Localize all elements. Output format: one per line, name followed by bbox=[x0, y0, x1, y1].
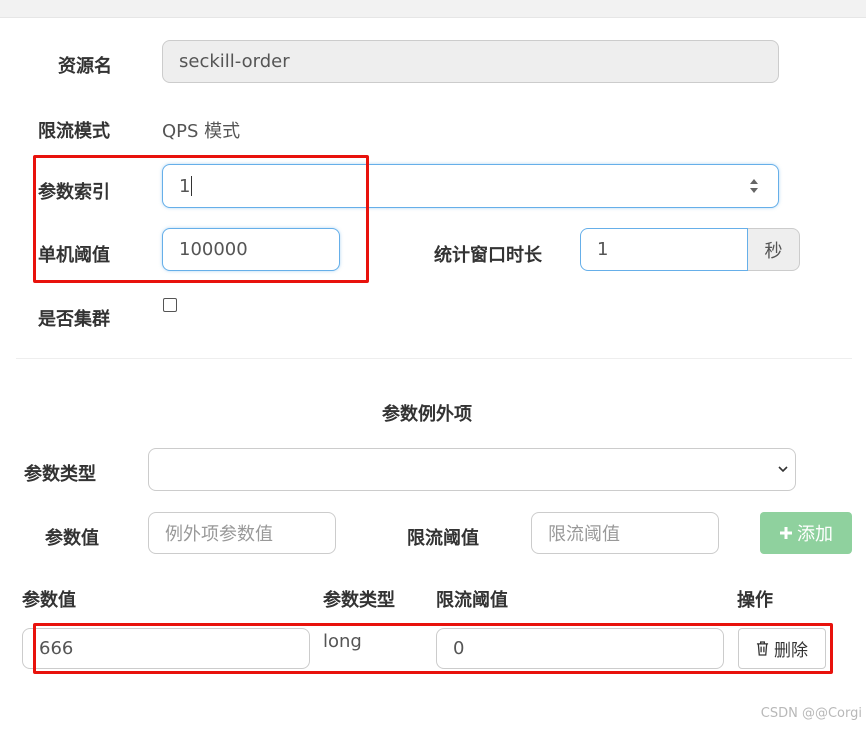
exception-value-placeholder: 例外项参数值 bbox=[165, 524, 273, 545]
window-unit: 秒 bbox=[764, 240, 783, 262]
spinner-updown-icon[interactable] bbox=[748, 177, 760, 195]
exception-value-label: 参数值 bbox=[45, 528, 99, 549]
mode-label: 限流模式 bbox=[38, 121, 110, 142]
table-header-threshold: 限流阈值 bbox=[436, 590, 508, 611]
highlight-box-params bbox=[33, 155, 369, 283]
window-label: 统计窗口时长 bbox=[434, 245, 542, 266]
chevron-down-icon bbox=[778, 466, 788, 473]
plus-icon bbox=[780, 527, 792, 539]
highlight-box-row bbox=[33, 623, 833, 674]
exceptions-title: 参数例外项 bbox=[382, 404, 472, 425]
watermark: CSDN @@Corgi bbox=[760, 706, 862, 721]
window-unit-addon: 秒 bbox=[748, 228, 800, 271]
resource-input: seckill-order bbox=[162, 40, 779, 83]
exception-threshold-label: 限流阈值 bbox=[407, 528, 479, 549]
table-header-action: 操作 bbox=[737, 590, 773, 611]
divider bbox=[16, 358, 852, 359]
cluster-label: 是否集群 bbox=[38, 309, 110, 330]
add-button[interactable]: 添加 bbox=[760, 512, 852, 554]
window-value: 1 bbox=[597, 239, 609, 260]
add-button-label: 添加 bbox=[797, 524, 833, 545]
table-header-value: 参数值 bbox=[22, 590, 76, 611]
top-bar bbox=[0, 0, 866, 18]
exception-type-label: 参数类型 bbox=[24, 464, 96, 485]
exception-threshold-input[interactable]: 限流阈值 bbox=[531, 512, 719, 554]
window-input[interactable]: 1 bbox=[580, 228, 748, 271]
exception-type-select[interactable] bbox=[148, 448, 796, 491]
resource-label: 资源名 bbox=[58, 56, 112, 77]
cluster-checkbox[interactable] bbox=[163, 298, 177, 312]
table-header-type: 参数类型 bbox=[323, 590, 395, 611]
exception-value-input[interactable]: 例外项参数值 bbox=[148, 512, 336, 554]
resource-value: seckill-order bbox=[179, 51, 290, 72]
exception-threshold-placeholder: 限流阈值 bbox=[548, 524, 620, 545]
mode-value: QPS 模式 bbox=[162, 121, 241, 142]
